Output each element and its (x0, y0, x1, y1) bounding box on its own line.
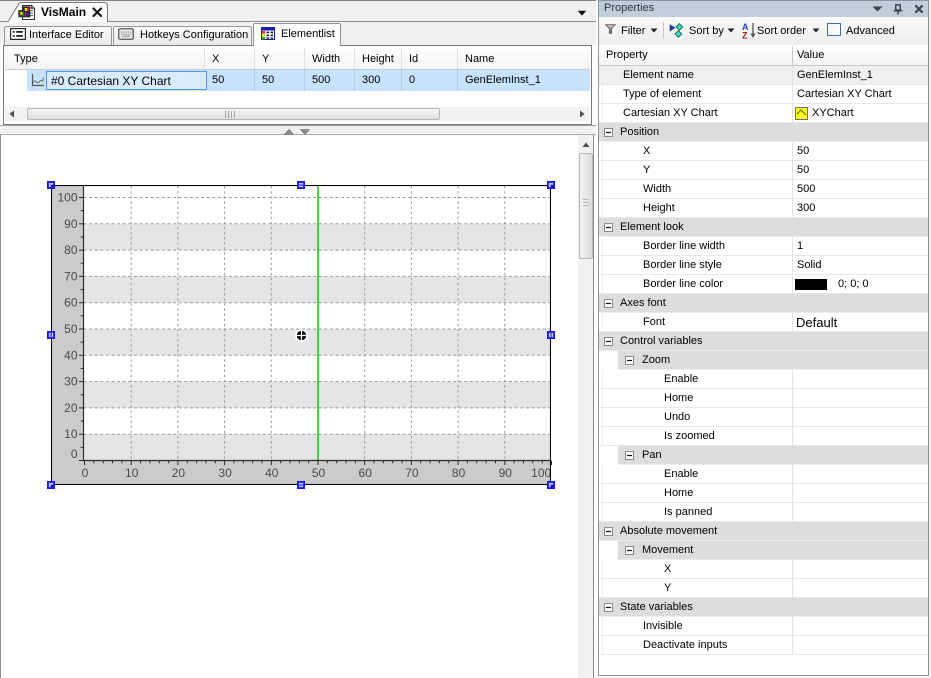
svg-text:0: 0 (82, 466, 89, 480)
svg-text:80: 80 (452, 466, 466, 480)
svg-text:30: 30 (218, 466, 232, 480)
svg-text:Z: Z (742, 31, 748, 40)
svg-text:20: 20 (172, 466, 186, 480)
svg-text:70: 70 (64, 269, 78, 283)
svg-text:90: 90 (499, 466, 513, 480)
svg-text:50: 50 (312, 466, 326, 480)
svg-text:100: 100 (531, 466, 551, 480)
svg-text:100: 100 (57, 191, 77, 205)
svg-text:40: 40 (265, 466, 279, 480)
svg-text:60: 60 (359, 466, 373, 480)
svg-text:90: 90 (64, 217, 78, 231)
svg-text:10: 10 (64, 427, 78, 441)
svg-text:40: 40 (64, 348, 78, 362)
svg-text:80: 80 (64, 243, 78, 257)
svg-text:70: 70 (405, 466, 419, 480)
svg-text:20: 20 (64, 401, 78, 415)
svg-text:60: 60 (64, 296, 78, 310)
svg-text:0: 0 (71, 447, 78, 461)
svg-text:10: 10 (125, 466, 139, 480)
svg-text:30: 30 (64, 375, 78, 389)
svg-text:50: 50 (64, 322, 78, 336)
